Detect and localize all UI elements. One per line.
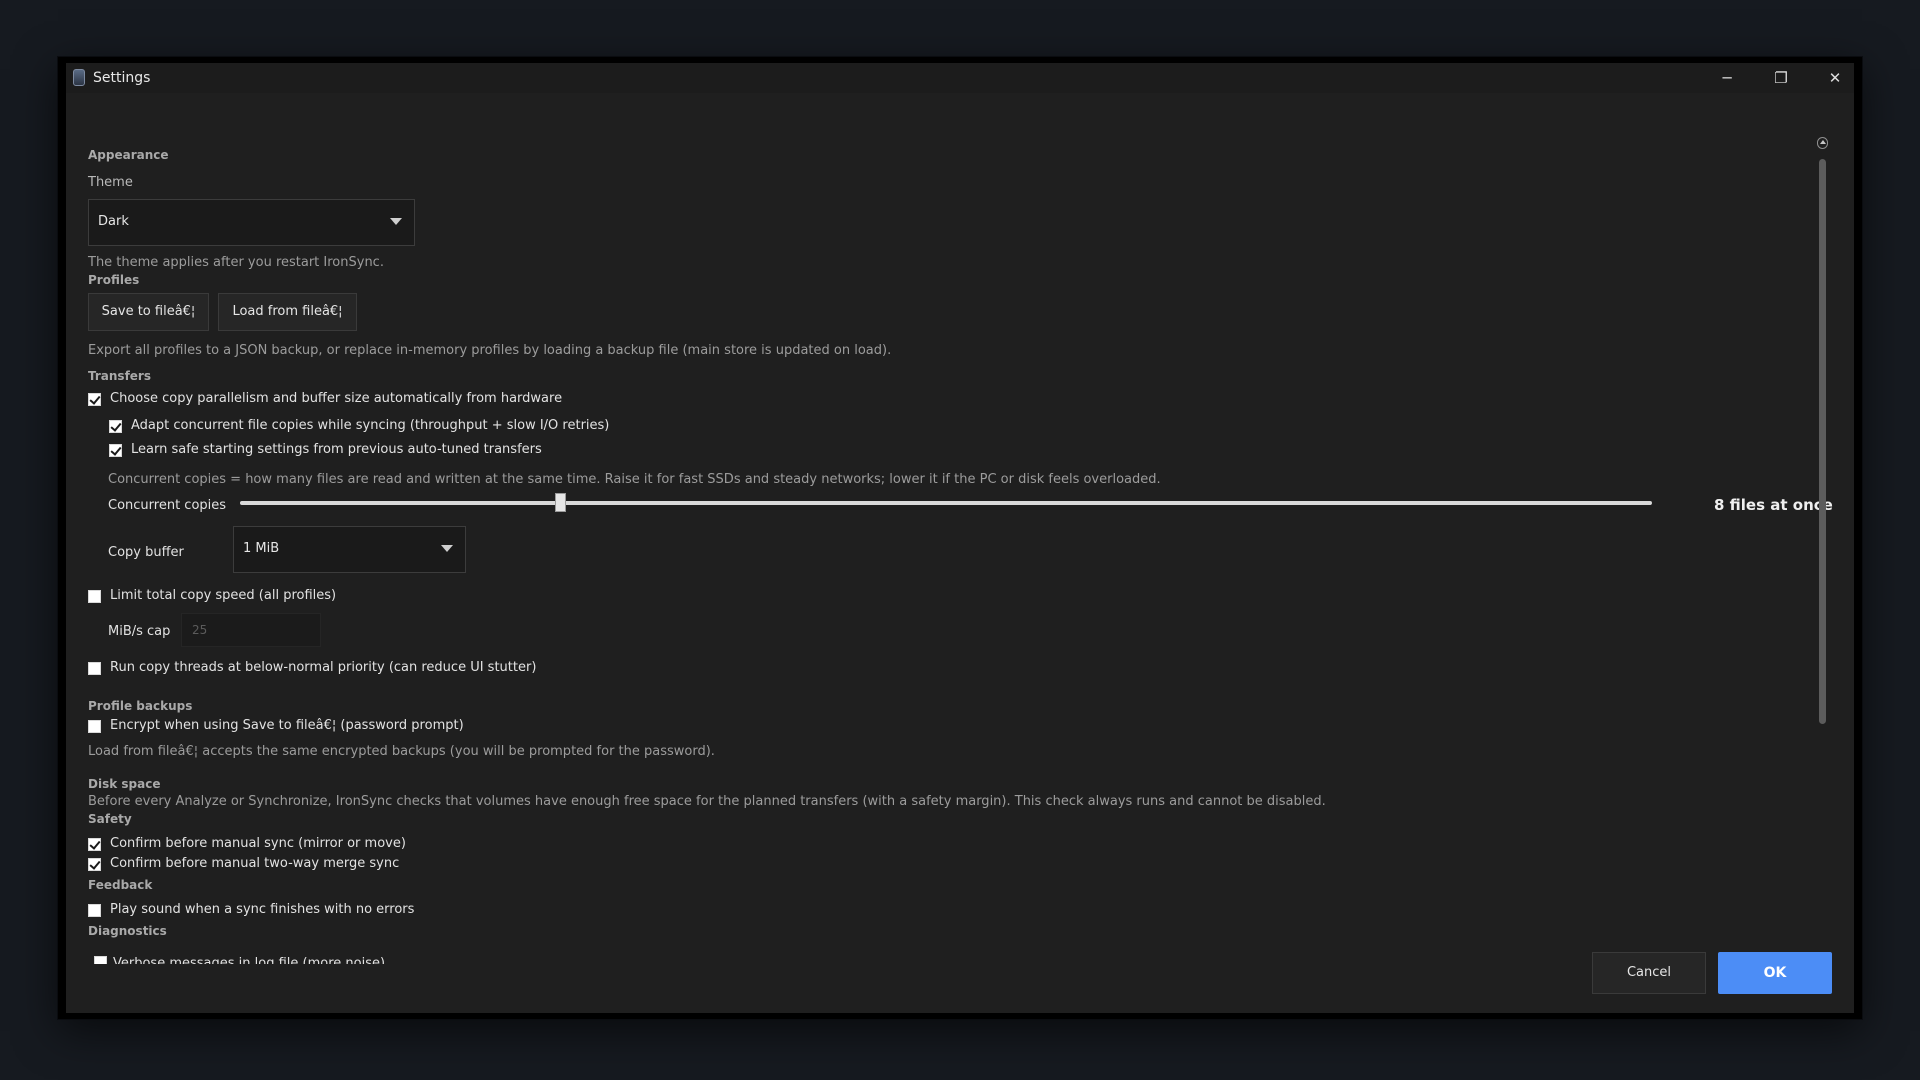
appearance-heading: Appearance — [88, 148, 169, 162]
concurrent-copies-slider-thumb[interactable] — [554, 493, 566, 512]
mib-cap-input[interactable]: 25 — [181, 613, 321, 647]
copy-buffer-label: Copy buffer — [108, 545, 184, 560]
auto-tune-checkbox[interactable] — [88, 393, 101, 406]
auto-tune-label: Choose copy parallelism and buffer size … — [110, 391, 563, 406]
maximize-icon[interactable]: ❐ — [1754, 63, 1808, 93]
cap-label: MiB/s cap — [108, 624, 171, 639]
settings-content: Appearance Theme Dark The theme applies … — [66, 93, 1854, 943]
diagnostics-heading: Diagnostics — [88, 924, 167, 938]
learn-settings-checkbox[interactable] — [109, 444, 122, 457]
window-frame: Settings ─ ❐ ✕ Appearance Theme Dark The… — [66, 63, 1854, 1013]
encrypt-label: Encrypt when using Save to fileâ€¦ (pass… — [110, 718, 464, 733]
minimize-icon[interactable]: ─ — [1700, 63, 1754, 93]
theme-hint: The theme applies after you restart Iron… — [88, 255, 384, 270]
play-sound-label: Play sound when a sync finishes with no … — [110, 902, 415, 917]
chevron-down-icon — [441, 545, 453, 552]
theme-label: Theme — [88, 175, 133, 190]
confirm-merge-label: Confirm before manual two-way merge sync — [110, 856, 400, 871]
copy-buffer-select[interactable]: 1 MiB — [233, 526, 466, 573]
low-priority-checkbox[interactable] — [88, 662, 101, 675]
chevron-down-icon — [390, 218, 402, 225]
encrypt-checkbox[interactable] — [88, 720, 101, 733]
load-from-file-button[interactable]: Load from fileâ€¦ — [218, 293, 357, 331]
confirm-manual-label: Confirm before manual sync (mirror or mo… — [110, 836, 406, 851]
settings-window: Settings ─ ❐ ✕ Appearance Theme Dark The… — [58, 57, 1862, 1019]
theme-select[interactable]: Dark — [88, 199, 415, 246]
copy-buffer-value: 1 MiB — [243, 541, 280, 556]
low-priority-label: Run copy threads at below-normal priorit… — [110, 660, 537, 675]
learn-settings-label: Learn safe starting settings from previo… — [131, 442, 542, 457]
concurrency-hint: Concurrent copies = how many files are r… — [108, 472, 1161, 487]
feedback-heading: Feedback — [88, 878, 153, 892]
scrollbar-thumb[interactable] — [1819, 159, 1826, 724]
scroll-up-icon[interactable] — [1817, 137, 1828, 149]
ok-button[interactable]: OK — [1718, 952, 1832, 994]
disk-space-hint: Before every Analyze or Synchronize, Iro… — [88, 794, 1326, 809]
cancel-button[interactable]: Cancel — [1592, 952, 1706, 994]
verbose-row-clipped: Verbose messages in log file (more noise… — [88, 956, 388, 964]
window-title: Settings — [93, 70, 151, 86]
profile-backups-hint: Load from fileâ€¦ accepts the same encry… — [88, 744, 715, 759]
title-bar[interactable]: Settings ─ ❐ ✕ — [66, 63, 1854, 93]
profile-backups-heading: Profile backups — [88, 699, 193, 713]
limit-speed-checkbox[interactable] — [88, 590, 101, 603]
adapt-copies-checkbox[interactable] — [109, 420, 122, 433]
vertical-scrollbar[interactable] — [1815, 137, 1833, 943]
save-to-file-button[interactable]: Save to fileâ€¦ — [88, 293, 209, 331]
transfers-heading: Transfers — [88, 369, 151, 383]
profiles-heading: Profiles — [88, 273, 140, 287]
profiles-hint: Export all profiles to a JSON backup, or… — [88, 343, 892, 358]
close-icon[interactable]: ✕ — [1808, 63, 1862, 93]
disk-space-heading: Disk space — [88, 777, 161, 791]
concurrent-copies-label: Concurrent copies — [108, 498, 227, 513]
verbose-checkbox[interactable] — [94, 956, 107, 964]
verbose-label: Verbose messages in log file (more noise… — [113, 956, 386, 964]
app-icon — [73, 69, 85, 86]
limit-speed-label: Limit total copy speed (all profiles) — [110, 588, 337, 603]
confirm-merge-checkbox[interactable] — [88, 858, 101, 871]
concurrent-copies-slider-track[interactable] — [240, 501, 1652, 505]
safety-heading: Safety — [88, 812, 132, 826]
play-sound-checkbox[interactable] — [88, 904, 101, 917]
confirm-manual-checkbox[interactable] — [88, 838, 101, 851]
theme-select-value: Dark — [98, 214, 129, 229]
adapt-copies-label: Adapt concurrent file copies while synci… — [131, 418, 610, 433]
